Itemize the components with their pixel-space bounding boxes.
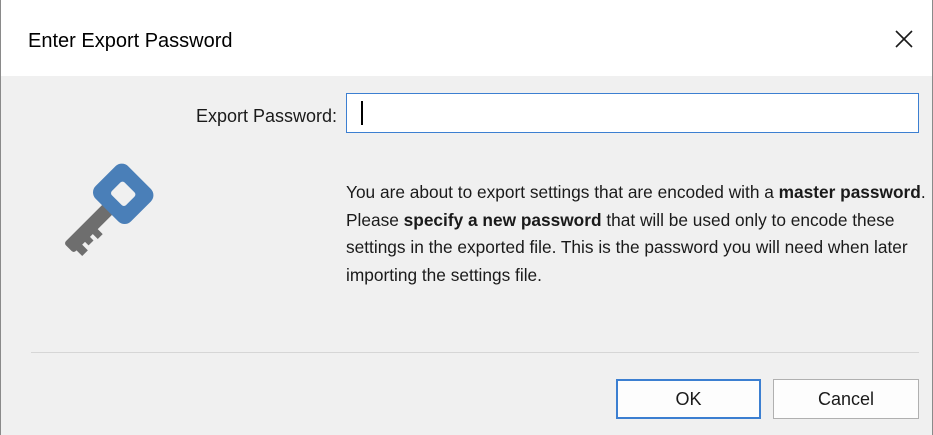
title-bar: Enter Export Password: [1, 0, 932, 76]
message-bold-new-password: specify a new password: [403, 209, 602, 230]
ok-button[interactable]: OK: [616, 379, 761, 419]
cancel-button[interactable]: Cancel: [773, 379, 919, 419]
close-icon: [895, 30, 913, 48]
export-info-message: You are about to export settings that ar…: [346, 179, 926, 289]
message-bold-master-password: master password: [778, 182, 921, 202]
button-divider: [31, 352, 919, 353]
close-button[interactable]: [876, 14, 932, 64]
key-icon: [37, 150, 167, 280]
export-password-dialog: Enter Export Password Export Password: Y…: [0, 0, 933, 435]
export-password-label: Export Password:: [195, 106, 337, 126]
export-password-input[interactable]: [346, 93, 919, 133]
text-caret: [361, 101, 363, 125]
dialog-title: Enter Export Password: [28, 30, 233, 52]
message-text-1: You are about to export settings that ar…: [346, 182, 779, 202]
